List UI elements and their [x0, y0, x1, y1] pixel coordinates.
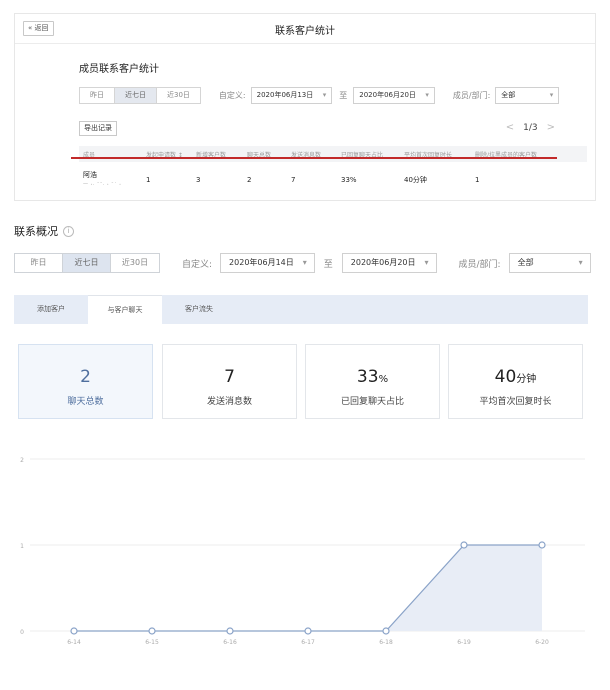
- data-point: [226, 627, 234, 635]
- x-tick-label: 6-17: [301, 639, 315, 646]
- member-name: 阿浩: [83, 171, 97, 179]
- to-label: 至: [339, 91, 348, 100]
- table-cell: 33%: [341, 176, 357, 184]
- member-label: 成员/部门:: [452, 91, 491, 100]
- range-last-7-days[interactable]: 近七日: [63, 254, 111, 272]
- stat-card-messages-sent[interactable]: 7 发送消息数: [162, 344, 297, 419]
- range-last-30-days[interactable]: 近30日: [111, 254, 159, 272]
- overview-date-range-selector: 昨日 近七日 近30日: [14, 253, 160, 273]
- page-info: 1/3: [523, 122, 538, 133]
- pagination: < 1/3 >: [506, 122, 555, 133]
- page-title: 联系客户统计: [275, 26, 335, 37]
- stat-value: 33%: [356, 367, 389, 387]
- start-date-picker[interactable]: 2020年06月13日: [250, 87, 333, 104]
- stat-label: 发送消息数: [206, 397, 252, 407]
- y-tick-label: 2: [20, 457, 24, 464]
- info-icon[interactable]: i: [63, 225, 74, 237]
- end-date-picker[interactable]: 2020年06月20日: [353, 87, 435, 104]
- table-cell: 3: [196, 176, 201, 184]
- table-header: 成员 发起申请数 ↕ 新增客户数 聊天总数 发送消息数 已回复聊天占比 平均首次…: [79, 146, 587, 162]
- data-point: [148, 627, 156, 635]
- stat-value: 40分钟: [494, 367, 537, 387]
- member-label: 成员/部门:: [458, 259, 501, 270]
- range-yesterday[interactable]: 昨日: [15, 254, 63, 272]
- member-select[interactable]: 全部: [508, 253, 591, 273]
- data-point: [382, 627, 390, 635]
- table-cell: 1: [146, 176, 151, 184]
- y-tick-label: 0: [20, 629, 24, 636]
- range-last-30-days[interactable]: 近30日: [157, 88, 200, 103]
- panel-header: « 返回 联系客户统计: [15, 14, 595, 44]
- table-cell: 1: [475, 176, 480, 184]
- stat-label: 已回复聊天占比: [340, 397, 404, 407]
- custom-label: 自定义:: [218, 91, 246, 100]
- y-tick-label: 1: [20, 543, 24, 550]
- chevron-left-icon[interactable]: <: [506, 122, 514, 133]
- overview-title: 联系概况: [14, 225, 58, 238]
- stat-value: 7: [224, 367, 235, 387]
- table-cell: 40分钟: [404, 176, 427, 184]
- data-point: [70, 627, 78, 635]
- x-tick-label: 6-14: [67, 639, 81, 646]
- table-row: 阿浩 一 ꞏ· ˉˉ· ꞏ ˉ˙ ꞏ 1 3 2 7 33% 40分钟 1: [79, 167, 587, 193]
- filter-bar: 昨日 近七日 近30日 自定义: 2020年06月13日 至 2020年06月2…: [79, 87, 560, 104]
- stat-value: 2: [80, 367, 91, 387]
- x-tick-label: 6-18: [379, 639, 393, 646]
- tab-chat-with-customer[interactable]: 与客户聊天: [88, 295, 162, 324]
- data-point: [304, 627, 312, 635]
- member-table: 成员 发起申请数 ↕ 新增客户数 聊天总数 发送消息数 已回复聊天占比 平均首次…: [79, 146, 587, 193]
- start-date-picker[interactable]: 2020年06月14日: [220, 253, 315, 273]
- chat-trend-chart: 0 1 2 6-14 6-15 6-16 6-17 6-18 6-19 6-20: [20, 457, 585, 646]
- table-cell: 2: [247, 176, 252, 184]
- overview-filter-bar: 昨日 近七日 近30日 自定义: 2020年06月14日 至 2020年06月2…: [14, 253, 591, 273]
- stat-card-reply-ratio[interactable]: 33% 已回复聊天占比: [305, 344, 440, 419]
- stat-card-chat-total[interactable]: 2 聊天总数: [18, 344, 153, 419]
- end-date-picker[interactable]: 2020年06月20日: [341, 253, 437, 273]
- stat-label: 聊天总数: [67, 397, 104, 407]
- highlight-underline: [71, 157, 557, 159]
- overview-tabs: 添加客户 与客户聊天 客户流失: [14, 295, 588, 324]
- member-select[interactable]: 全部: [495, 87, 560, 104]
- x-tick-label: 6-19: [457, 639, 471, 646]
- range-last-7-days[interactable]: 近七日: [115, 88, 157, 103]
- member-sub-info: 一 ꞏ· ˉˉ· ꞏ ˉ˙ ꞏ: [83, 182, 122, 188]
- export-button[interactable]: 导出记录: [79, 121, 117, 136]
- x-tick-label: 6-16: [223, 639, 237, 646]
- member-stats-panel: « 返回 联系客户统计 成员联系客户统计 昨日 近七日 近30日 自定义: 20…: [14, 13, 596, 201]
- stat-label: 平均首次回复时长: [479, 397, 552, 407]
- series-area: [386, 545, 542, 631]
- section-title: 成员联系客户统计: [79, 64, 159, 75]
- x-tick-label: 6-15: [145, 639, 159, 646]
- date-range-selector: 昨日 近七日 近30日: [79, 87, 201, 104]
- chevron-right-icon[interactable]: >: [547, 122, 555, 133]
- x-tick-label: 6-20: [535, 639, 549, 646]
- to-label: 至: [323, 259, 333, 270]
- tab-add-customer[interactable]: 添加客户: [14, 295, 88, 324]
- overview-heading: 联系概况 i: [14, 223, 74, 239]
- data-point: [538, 541, 546, 549]
- data-point: [460, 541, 468, 549]
- range-yesterday[interactable]: 昨日: [80, 88, 115, 103]
- stat-card-avg-first-reply[interactable]: 40分钟 平均首次回复时长: [448, 344, 583, 419]
- tab-customer-churn[interactable]: 客户流失: [162, 295, 236, 324]
- member-name-cell: 阿浩 一 ꞏ· ˉˉ· ꞏ ˉ˙ ꞏ: [79, 170, 146, 190]
- table-cell: 7: [291, 176, 296, 184]
- custom-label: 自定义:: [182, 259, 213, 270]
